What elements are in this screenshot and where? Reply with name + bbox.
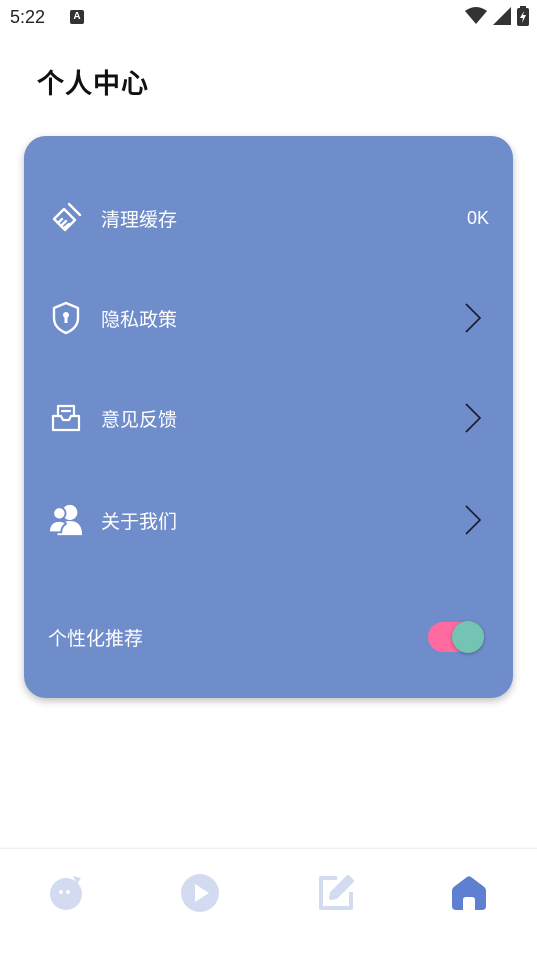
feedback-label: 意见反馈 <box>101 408 178 431</box>
chevron-right-icon <box>465 403 482 433</box>
play-icon <box>181 874 219 912</box>
home-icon <box>452 876 486 910</box>
chevron-right-icon <box>465 303 482 333</box>
personalized-recommend-toggle[interactable] <box>428 621 484 653</box>
notification-a-icon: A <box>70 10 84 24</box>
wifi-icon <box>465 7 487 24</box>
shield-lock-icon <box>48 300 84 336</box>
nav-play-tab[interactable] <box>180 873 220 913</box>
edit-icon <box>319 875 354 910</box>
chevron-right-icon <box>465 505 482 535</box>
personalized-recommend-label: 个性化推荐 <box>48 627 144 650</box>
privacy-policy-item[interactable]: 隐私政策 <box>24 288 513 348</box>
broom-icon <box>48 200 84 236</box>
signal-icon <box>493 7 511 25</box>
status-time: 5:22 <box>10 7 46 27</box>
status-bar: 5:22 A <box>0 0 537 36</box>
clear-cache-item[interactable]: 清理缓存 0K <box>24 188 513 248</box>
battery-icon <box>517 6 529 26</box>
nav-chat-tab[interactable] <box>46 873 86 913</box>
feedback-inbox-icon <box>48 400 84 436</box>
about-us-item[interactable]: 关于我们 <box>24 490 513 550</box>
settings-card: 清理缓存 0K 隐私政策 意见反馈 关于我们 个性化推荐 <box>24 136 513 698</box>
cache-size-value: 0K <box>466 207 489 228</box>
personalized-recommend-item: 个性化推荐 <box>24 607 513 667</box>
users-icon <box>48 502 84 538</box>
page-title: 个人中心 <box>37 69 149 100</box>
clear-cache-label: 清理缓存 <box>101 208 178 231</box>
nav-home-tab[interactable] <box>449 873 489 913</box>
nav-edit-tab[interactable] <box>316 873 356 913</box>
chat-bubble-icon <box>50 876 82 910</box>
feedback-item[interactable]: 意见反馈 <box>24 388 513 448</box>
about-us-label: 关于我们 <box>101 510 178 533</box>
privacy-policy-label: 隐私政策 <box>101 308 178 331</box>
status-icons <box>465 6 529 26</box>
bottom-nav <box>0 848 537 957</box>
toggle-knob <box>452 621 484 653</box>
